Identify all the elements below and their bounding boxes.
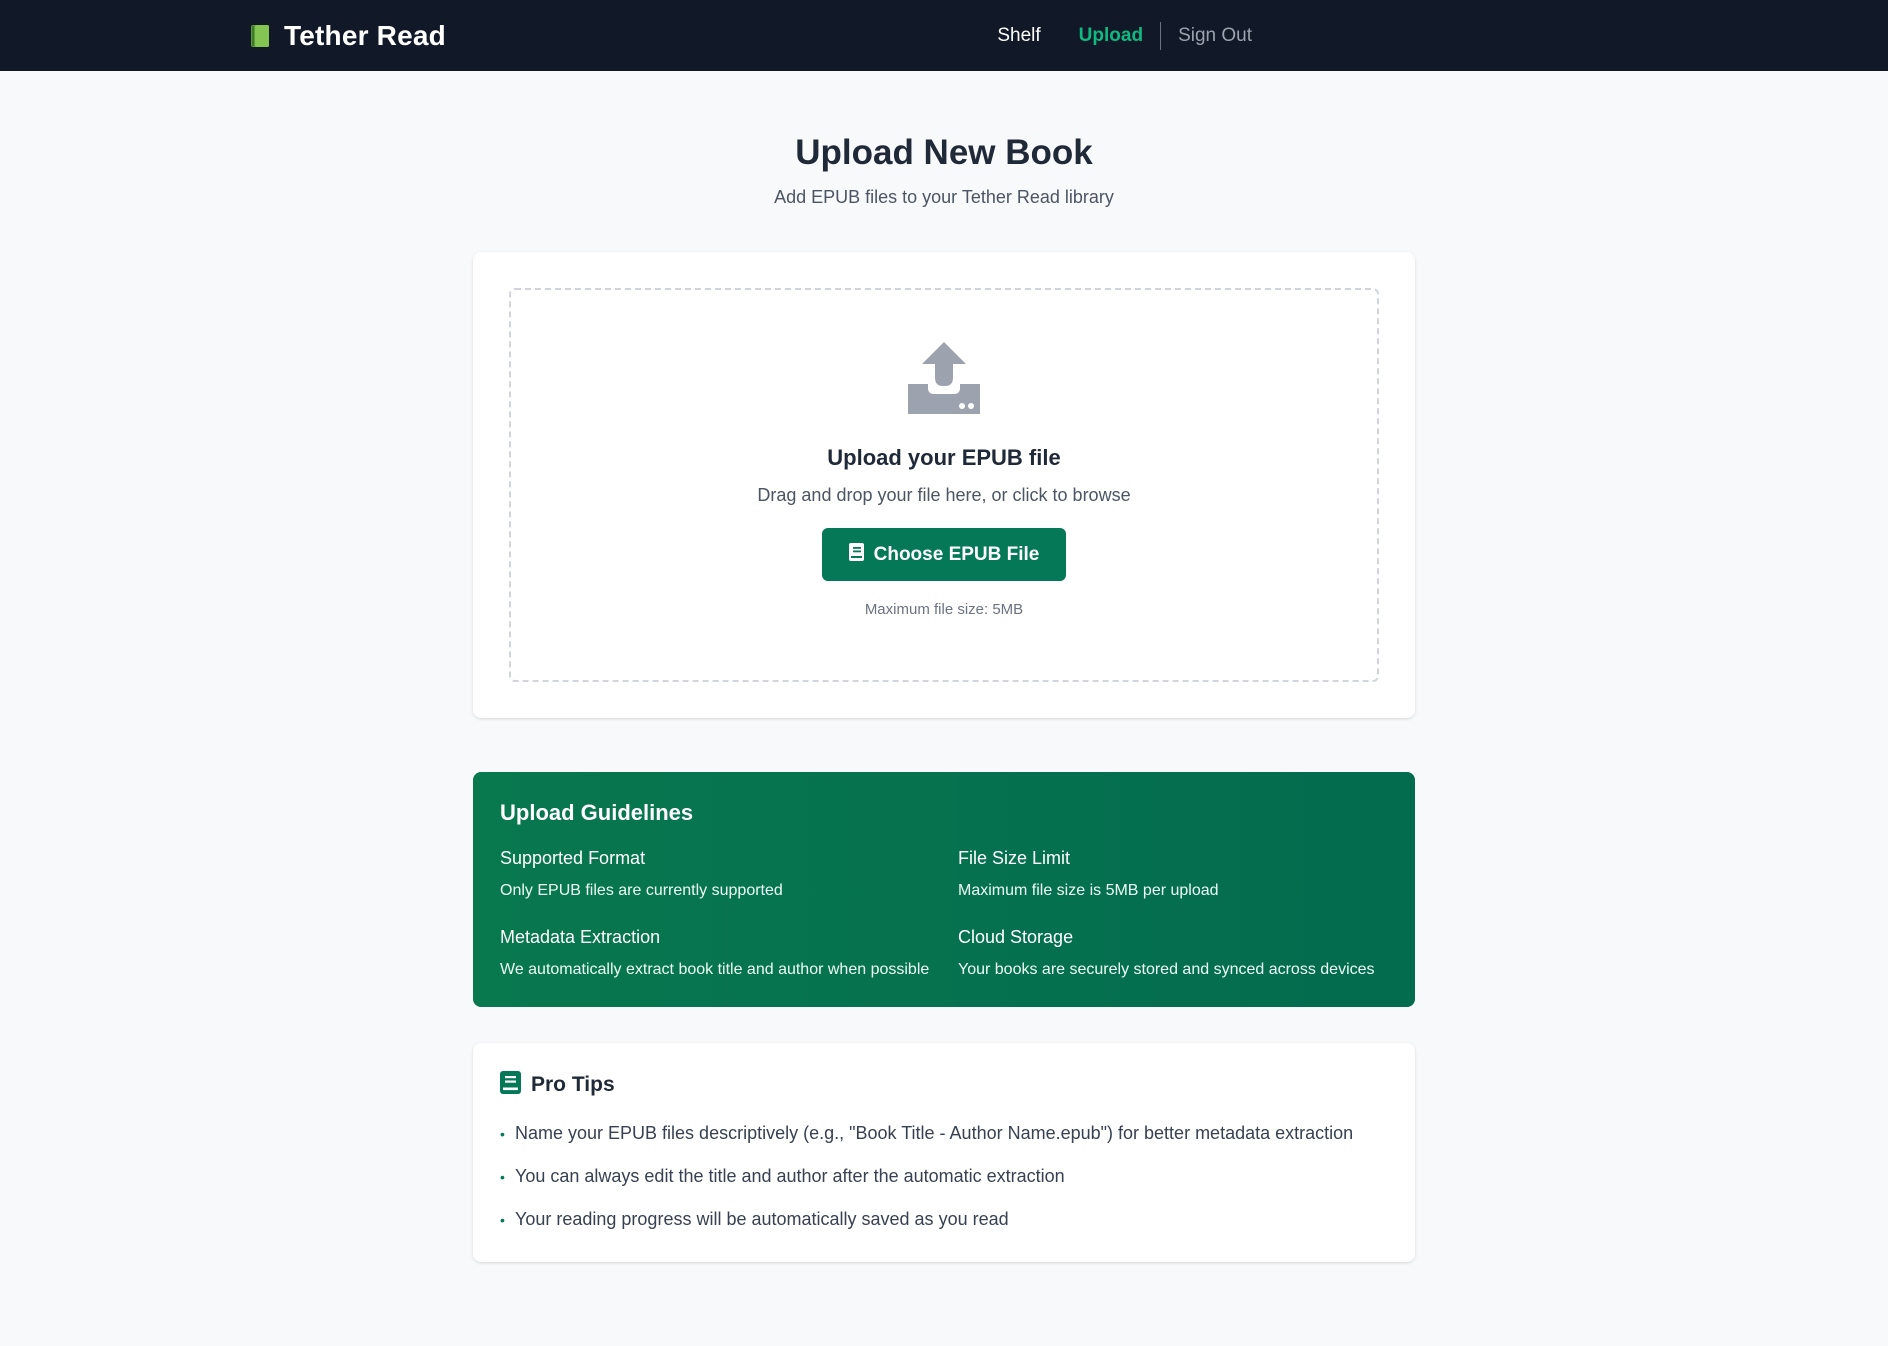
pro-tips-title: Pro Tips — [531, 1073, 615, 1096]
main-nav: Shelf Upload Sign Out — [997, 21, 1252, 50]
upload-guidelines-panel: Upload Guidelines Supported Format Only … — [473, 772, 1415, 1007]
bullet-dot-icon: • — [500, 1126, 505, 1142]
guideline-item: Metadata Extraction We automatically ext… — [500, 927, 958, 979]
brand[interactable]: Tether Read — [250, 20, 446, 52]
app-name: Tether Read — [284, 19, 446, 51]
tip-text: Your reading progress will be automatica… — [515, 1209, 1009, 1229]
sign-out-link[interactable]: Sign Out — [1178, 25, 1252, 47]
guideline-description: Your books are securely stored and synce… — [958, 961, 1375, 978]
choose-epub-file-button[interactable]: Choose EPUB File — [821, 528, 1067, 581]
list-item: • You can always edit the title and auth… — [500, 1166, 1388, 1187]
pro-tips-header: Pro Tips — [500, 1071, 1388, 1099]
list-item: • Name your EPUB files descriptively (e.… — [500, 1123, 1388, 1144]
tip-text: You can always edit the title and author… — [515, 1166, 1065, 1186]
dropzone-subtitle: Drag and drop your file here, or click t… — [757, 485, 1131, 505]
guideline-title: Supported Format — [500, 848, 646, 868]
green-book-icon — [250, 24, 270, 48]
guideline-title: File Size Limit — [958, 848, 1071, 868]
nav-link-upload[interactable]: Upload — [1079, 25, 1143, 47]
book-icon — [848, 542, 864, 567]
top-navbar: Tether Read Shelf Upload Sign Out — [0, 0, 1888, 71]
tip-text: Name your EPUB files descriptively (e.g.… — [515, 1123, 1354, 1143]
file-dropzone[interactable]: Upload your EPUB file Drag and drop your… — [509, 288, 1379, 682]
upload-tray-icon — [908, 342, 980, 419]
guidelines-grid: Supported Format Only EPUB files are cur… — [500, 848, 1388, 979]
bullet-dot-icon: • — [500, 1169, 505, 1185]
page-subtitle: Add EPUB files to your Tether Read libra… — [774, 187, 1114, 207]
nav-divider — [1160, 21, 1162, 50]
nav-link-shelf[interactable]: Shelf — [997, 25, 1040, 47]
guideline-item: Cloud Storage Your books are securely st… — [958, 927, 1388, 979]
choose-epub-file-label: Choose EPUB File — [873, 543, 1040, 565]
pro-tips-list: • Name your EPUB files descriptively (e.… — [500, 1123, 1388, 1230]
max-file-size-note: Maximum file size: 5MB — [864, 601, 1024, 618]
guideline-description: Maximum file size is 5MB per upload — [958, 882, 1219, 899]
list-item: • Your reading progress will be automati… — [500, 1209, 1388, 1230]
dropzone-title: Upload your EPUB file — [827, 445, 1061, 470]
upload-card: Upload your EPUB file Drag and drop your… — [473, 252, 1415, 718]
guideline-title: Metadata Extraction — [500, 927, 661, 947]
guideline-description: We automatically extract book title and … — [500, 961, 930, 978]
guideline-item: Supported Format Only EPUB files are cur… — [500, 848, 958, 900]
book-icon — [500, 1071, 521, 1099]
bullet-dot-icon: • — [500, 1212, 505, 1228]
guideline-item: File Size Limit Maximum file size is 5MB… — [958, 848, 1388, 900]
page-title: Upload New Book — [795, 133, 1093, 172]
pro-tips-card: Pro Tips • Name your EPUB files descript… — [473, 1043, 1415, 1262]
guidelines-title: Upload Guidelines — [500, 800, 694, 825]
guideline-title: Cloud Storage — [958, 927, 1074, 947]
page-heading: Upload New Book Add EPUB files to your T… — [0, 133, 1888, 208]
guideline-description: Only EPUB files are currently supported — [500, 882, 783, 899]
